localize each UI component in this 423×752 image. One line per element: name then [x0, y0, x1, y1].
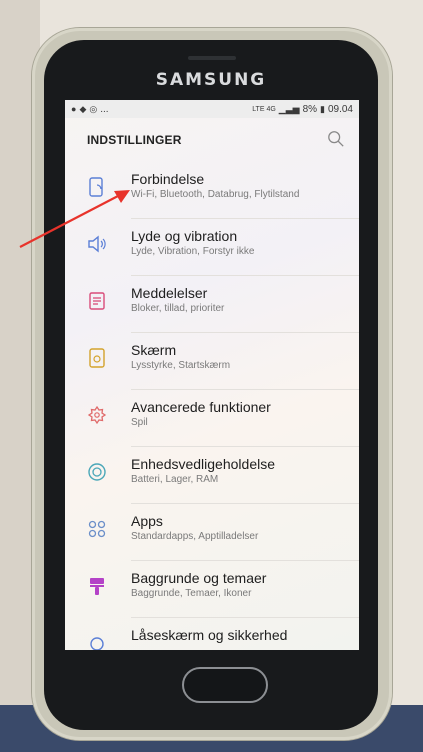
lock-screen-icon [86, 632, 108, 650]
settings-item-låseskærm-og-sikkerhed[interactable]: Låseskærm og sikkerhed [65, 618, 359, 650]
settings-item-meddelelser[interactable]: Meddelelser Bloker, tillad, prioriter [65, 276, 359, 333]
settings-header: INDSTILLINGER [65, 118, 359, 162]
device-maintenance-icon [86, 461, 108, 483]
settings-item-title: Baggrunde og temaer [131, 570, 267, 586]
settings-item-subtitle: Lyde, Vibration, Forstyr ikke [131, 246, 255, 257]
phone-screen: ● ◆ ◎ ... LTE 4G ▁▃▅ 8% ▮ 09.04 INDSTILL… [65, 100, 359, 650]
settings-list: Forbindelse Wi-Fi, Bluetooth, Databrug, … [65, 162, 359, 650]
settings-item-title: Enhedsvedligeholdelse [131, 456, 275, 472]
settings-item-title: Avancerede funktioner [131, 399, 271, 415]
home-button[interactable] [182, 667, 268, 703]
settings-item-subtitle: Wi-Fi, Bluetooth, Databrug, Flytilstand [131, 189, 300, 200]
advanced-features-icon [86, 404, 108, 426]
settings-item-enhedsvedligeholdelse[interactable]: Enhedsvedligeholdelse Batteri, Lager, RA… [65, 447, 359, 504]
settings-item-subtitle: Bloker, tillad, prioriter [131, 303, 225, 314]
connections-icon [86, 176, 108, 198]
settings-item-title: Skærm [131, 342, 177, 358]
sound-icon [86, 233, 108, 255]
themes-icon [86, 575, 108, 597]
settings-item-subtitle: Standardapps, Apptilladelser [131, 531, 259, 542]
settings-item-title: Meddelelser [131, 285, 208, 301]
status-bar: ● ◆ ◎ ... LTE 4G ▁▃▅ 8% ▮ 09.04 [65, 100, 359, 118]
brand-logo: SAMSUNG [155, 70, 267, 90]
earpiece [188, 56, 236, 60]
settings-item-title: Låseskærm og sikkerhed [131, 627, 288, 643]
page-title: INDSTILLINGER [87, 133, 182, 147]
network-type: LTE 4G [252, 105, 276, 113]
signal-icon: ▁▃▅ [278, 103, 300, 114]
display-icon [86, 347, 108, 369]
settings-item-apps[interactable]: Apps Standardapps, Apptilladelser [65, 504, 359, 561]
bag-icon: ◆ [79, 103, 87, 114]
more-notifications: ... [100, 103, 109, 115]
apps-icon [86, 518, 108, 540]
settings-item-title: Forbindelse [131, 171, 205, 187]
battery-icon: ▮ [320, 103, 325, 114]
settings-item-baggrunde-og-temaer[interactable]: Baggrunde og temaer Baggrunde, Temaer, I… [65, 561, 359, 618]
settings-item-lyde-og-vibration[interactable]: Lyde og vibration Lyde, Vibration, Forst… [65, 219, 359, 276]
settings-item-subtitle: Lysstyrke, Startskærm [131, 360, 231, 371]
settings-item-skærm[interactable]: Skærm Lysstyrke, Startskærm [65, 333, 359, 390]
battery-percent: 8% [302, 103, 318, 115]
search-icon[interactable] [327, 130, 345, 148]
notifications-icon [86, 290, 108, 312]
clock: 09.04 [327, 103, 353, 115]
settings-item-subtitle: Baggrunde, Temaer, Ikoner [131, 588, 252, 599]
settings-item-title: Lyde og vibration [131, 228, 238, 244]
notification-icon: ● [71, 104, 77, 114]
settings-item-avancerede-funktioner[interactable]: Avancerede funktioner Spil [65, 390, 359, 447]
alert-icon: ◎ [89, 103, 98, 114]
settings-item-subtitle: Batteri, Lager, RAM [131, 474, 219, 485]
settings-item-forbindelse[interactable]: Forbindelse Wi-Fi, Bluetooth, Databrug, … [65, 162, 359, 219]
settings-item-title: Apps [131, 513, 163, 529]
settings-item-subtitle: Spil [131, 417, 148, 428]
